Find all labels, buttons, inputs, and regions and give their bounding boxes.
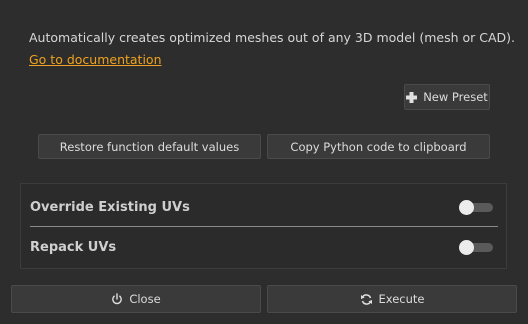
refresh-icon: [360, 293, 373, 306]
close-label: Close: [129, 292, 161, 306]
repack-uvs-toggle[interactable]: [459, 240, 493, 255]
divider: [30, 226, 498, 227]
toggle-knob: [459, 200, 474, 215]
copy-python-label: Copy Python code to clipboard: [290, 139, 467, 154]
restore-defaults-button[interactable]: Restore function default values: [38, 134, 261, 159]
override-uvs-toggle[interactable]: [459, 200, 493, 215]
close-button[interactable]: Close: [11, 285, 261, 313]
new-preset-label: New Preset: [423, 90, 488, 104]
restore-defaults-label: Restore function default values: [59, 139, 240, 154]
options-panel: Override Existing UVs Repack UVs: [20, 183, 507, 269]
repack-uvs-label: Repack UVs: [30, 239, 117, 255]
option-row-override-uvs: Override Existing UVs: [21, 188, 506, 226]
option-row-repack-uvs: Repack UVs: [21, 228, 506, 266]
power-icon: [111, 293, 123, 305]
execute-button[interactable]: Execute: [267, 285, 517, 313]
plus-icon: [406, 91, 418, 103]
new-preset-button[interactable]: New Preset: [404, 84, 490, 110]
documentation-link[interactable]: Go to documentation: [29, 52, 162, 67]
execute-label: Execute: [378, 292, 425, 306]
override-uvs-label: Override Existing UVs: [30, 199, 190, 215]
copy-python-button[interactable]: Copy Python code to clipboard: [267, 134, 490, 159]
toggle-knob: [459, 240, 474, 255]
description-text: Automatically creates optimized meshes o…: [29, 30, 516, 45]
